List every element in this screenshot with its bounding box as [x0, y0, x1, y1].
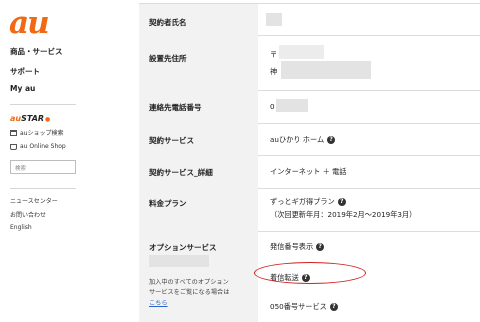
contract-service-value: auひかり ホーム? — [270, 135, 336, 145]
redacted-phone — [276, 99, 308, 112]
option-details-link[interactable]: こちら — [149, 298, 168, 307]
price-plan-text: ずっとギガ得プラン — [270, 197, 335, 206]
link-au-online-shop-label: au Online Shop — [20, 143, 66, 150]
row-label-cell: 設置先住所 — [139, 35, 258, 90]
table-row: 料金プラン ずっとギガ得プラン? （次回更新年月：2019年2月〜2019年3月… — [139, 188, 480, 232]
nav-support[interactable]: サポート — [10, 66, 40, 77]
option-caller-id-text: 発信番号表示 — [270, 242, 314, 251]
option-caller-id: 発信番号表示? — [270, 242, 325, 252]
contract-service-text: auひかり ホーム — [270, 135, 325, 144]
help-icon[interactable]: ? — [327, 136, 336, 144]
price-plan-renewal: （次回更新年月：2019年2月〜2019年3月） — [270, 210, 417, 219]
nav-products-services[interactable]: 商品・サービス — [10, 46, 63, 57]
link-au-online-shop[interactable]: au Online Shop — [10, 143, 66, 150]
label-contract-service: 契約サービス — [149, 136, 194, 145]
label-install-address: 設置先住所 — [149, 54, 187, 63]
table-row: 連絡先電話番号 0 — [139, 90, 480, 124]
table-row: 契約サービス auひかり ホーム? — [139, 123, 480, 156]
table-row: 設置先住所 〒 神 — [139, 35, 480, 91]
redacted-name — [266, 13, 282, 26]
sidebar-divider-2 — [10, 188, 76, 189]
help-icon[interactable]: ? — [316, 243, 325, 251]
sidebar-divider — [10, 104, 76, 105]
footer-link-news-center[interactable]: ニュースセンター — [10, 196, 58, 205]
option-050-number: 050番号サービス? — [270, 302, 338, 312]
label-contract-service-detail: 契約サービス_詳細 — [149, 168, 213, 177]
link-au-shop-search[interactable]: auショップ検索 — [10, 128, 63, 137]
option-050-number-text: 050番号サービス — [270, 302, 327, 311]
star-dot-icon: ● — [45, 116, 51, 123]
row-label-cell: 連絡先電話番号 — [139, 90, 258, 123]
table-row: 契約サービス_詳細 インターネット ＋ 電話 — [139, 155, 480, 189]
au-star-prefix: au — [10, 114, 22, 123]
row-label-cell: 料金プラン — [139, 188, 258, 231]
footer-link-english[interactable]: English — [10, 224, 32, 231]
au-star-logo[interactable]: auSTAR● — [10, 114, 50, 123]
help-icon[interactable]: ? — [329, 303, 338, 311]
row-label-cell: 契約サービス — [139, 123, 258, 155]
redacted-address — [279, 45, 324, 59]
cart-icon — [10, 143, 17, 150]
link-au-shop-search-label: auショップ検索 — [20, 130, 64, 137]
contract-service-detail-value: インターネット ＋ 電話 — [270, 167, 347, 176]
redacted-option-count — [149, 255, 209, 267]
postal-mark: 〒 — [270, 50, 278, 59]
row-label-cell: 契約サービス_詳細 — [139, 155, 258, 188]
au-logo[interactable]: au — [9, 3, 50, 43]
au-star-suffix: STAR — [21, 114, 45, 123]
label-price-plan: 料金プラン — [149, 199, 187, 208]
search-input[interactable]: 検索 — [10, 160, 76, 174]
address-prefix: 神 — [270, 67, 278, 76]
label-contact-phone: 連絡先電話番号 — [149, 103, 202, 112]
nav-my-au[interactable]: My au — [10, 84, 35, 93]
label-contract-holder: 契約者氏名 — [149, 18, 187, 27]
sidebar: au 商品・サービス サポート My au auSTAR● auショップ検索 a… — [0, 0, 100, 321]
table-row: 契約者氏名 — [139, 4, 480, 36]
row-label-cell: オプションサービス 加入中のすべてのオプション サービスをご覧になる場合は こち… — [139, 231, 258, 322]
footer-link-contact[interactable]: お問い合わせ — [10, 210, 46, 219]
price-plan-value: ずっとギガ得プラン? — [270, 197, 346, 207]
highlight-circle — [254, 262, 366, 284]
phone-prefix: 0 — [270, 102, 275, 111]
option-note-line2: サービスをご覧になる場合は — [149, 289, 230, 296]
row-label-cell: 契約者氏名 — [139, 4, 258, 35]
option-note-line1: 加入中のすべてのオプション — [149, 279, 229, 286]
redacted-address — [281, 61, 371, 79]
shop-icon — [10, 129, 17, 136]
label-option-service: オプションサービス — [149, 243, 217, 252]
help-icon[interactable]: ? — [337, 198, 346, 206]
